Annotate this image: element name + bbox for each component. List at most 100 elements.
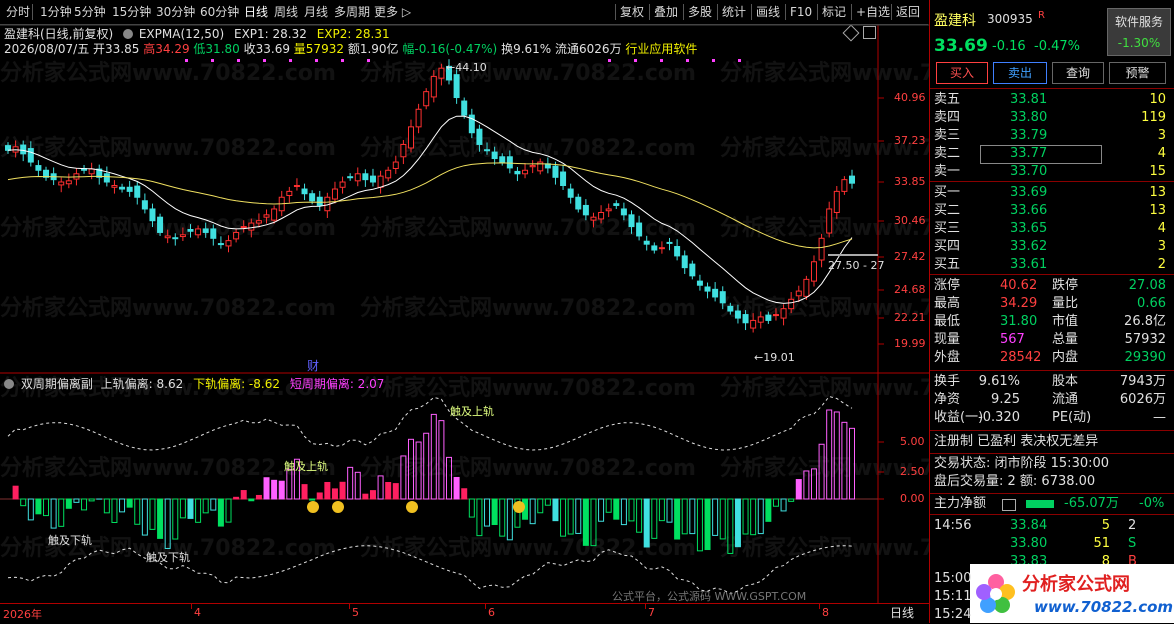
tick-time: 15:24 xyxy=(934,607,971,622)
candle-body xyxy=(758,317,763,322)
sell-level[interactable]: 卖三33.793 xyxy=(934,127,1170,145)
deviation-bar xyxy=(781,499,786,511)
deviation-bar xyxy=(59,499,64,526)
deviation-bar xyxy=(348,467,353,499)
deviation-bar xyxy=(158,499,163,538)
candle-body xyxy=(796,291,801,296)
sell-level[interactable]: 卖一33.7015 xyxy=(934,163,1170,181)
level-volume: 3 xyxy=(1158,127,1166,145)
deviation-bar xyxy=(720,499,725,539)
price-axis-label: 22.21 xyxy=(894,311,926,324)
candle-body xyxy=(675,247,680,256)
candle-body xyxy=(576,197,581,209)
main-flow-label: 主力净额 xyxy=(934,495,986,513)
buy-level[interactable]: 买三33.654 xyxy=(934,220,1170,238)
level-volume: 13 xyxy=(1149,184,1166,202)
candle-body xyxy=(553,166,558,177)
candle-body xyxy=(218,244,223,245)
candle-body xyxy=(158,217,163,232)
finance-marker[interactable]: 财 xyxy=(307,357,319,374)
deviation-bar xyxy=(492,499,497,525)
stat-row[interactable]: 换手9.61%股本7943万 xyxy=(934,373,1170,391)
marker-dot xyxy=(211,59,214,62)
sell-button[interactable]: 卖出 xyxy=(993,62,1047,84)
period-label[interactable]: 日线 xyxy=(890,604,914,621)
price-axis-label: 33.85 xyxy=(894,175,926,188)
stat-label: 量比 xyxy=(1052,295,1078,313)
buy-level[interactable]: 买五33.612 xyxy=(934,256,1170,274)
candle-body xyxy=(850,176,855,183)
deviation-bar xyxy=(302,485,307,499)
candle-body xyxy=(21,145,26,154)
alert-button[interactable]: 预警 xyxy=(1109,62,1166,84)
tick-row[interactable]: 14:5633.8452 xyxy=(934,517,1170,535)
candle-body xyxy=(173,238,178,239)
deviation-bar xyxy=(249,499,254,501)
main-flow-pct: -0% xyxy=(1139,495,1164,513)
sub-indicator-name[interactable]: 双周期偏离副 xyxy=(21,377,93,391)
candle-body xyxy=(188,230,193,232)
candle-body xyxy=(28,149,33,162)
stat-row[interactable]: 涨停40.62跌停27.08 xyxy=(934,277,1170,295)
stat-row[interactable]: 收益(一)-0.320PE(动)— xyxy=(934,409,1170,427)
level-price: 33.70 xyxy=(1010,163,1047,181)
level-label: 买五 xyxy=(934,256,960,274)
candle-body xyxy=(728,306,733,311)
sell-level[interactable]: 卖四33.80119 xyxy=(934,109,1170,127)
flower-logo-icon xyxy=(974,572,1018,616)
deviation-bar xyxy=(561,499,566,536)
deviation-bar xyxy=(629,499,634,521)
stat-label: 涨停 xyxy=(934,277,960,295)
deviation-bar xyxy=(507,499,512,540)
buy-level[interactable]: 买二33.6613 xyxy=(934,202,1170,220)
candle-body xyxy=(294,186,299,187)
deviation-bars xyxy=(13,410,854,553)
deviation-bar xyxy=(796,480,801,499)
deviation-bar xyxy=(637,499,642,532)
deviation-bar xyxy=(393,484,398,499)
candle-body xyxy=(378,176,383,187)
stock-code: 300935 xyxy=(987,12,1033,26)
deviation-bar xyxy=(127,499,132,507)
stat-row[interactable]: 净资9.25流通6026万 xyxy=(934,391,1170,409)
candle-body xyxy=(720,292,725,303)
stat-row[interactable]: 现量567总量57932 xyxy=(934,331,1170,349)
software-service-button[interactable]: 软件服务 -1.30% xyxy=(1107,8,1171,56)
stat-value: 7943万 xyxy=(1120,373,1166,391)
marker-dot xyxy=(237,59,240,62)
stat-value: 34.29 xyxy=(1000,295,1037,313)
level-volume: 2 xyxy=(1158,256,1166,274)
stat-value: 57932 xyxy=(1125,331,1166,349)
deviation-bar xyxy=(500,499,505,536)
query-button[interactable]: 查询 xyxy=(1052,62,1104,84)
stat-value: 27.08 xyxy=(1129,277,1166,295)
candle-body xyxy=(659,248,664,249)
flow-chart-icon[interactable] xyxy=(1002,499,1016,511)
candle-body xyxy=(583,205,588,214)
buy-level[interactable]: 买一33.6913 xyxy=(934,184,1170,202)
stat-row[interactable]: 最高34.29量比0.66 xyxy=(934,295,1170,313)
after-hours-trade: 盘后交易量: 2 额: 6738.00 xyxy=(934,473,1170,491)
kline-chart[interactable]: 分析家公式网www.70822.com分析家公式网www.70822.com分析… xyxy=(0,0,929,623)
deviation-bar xyxy=(697,499,702,551)
level-volume: 10 xyxy=(1149,91,1166,109)
candle-body xyxy=(789,299,794,308)
sell-level[interactable]: 卖五33.8110 xyxy=(934,91,1170,109)
price-change: -0.16 xyxy=(992,39,1026,54)
tick-row[interactable]: 33.8051S xyxy=(934,535,1170,553)
stat-value: 0.66 xyxy=(1137,295,1166,313)
deviation-bar xyxy=(652,499,657,538)
deviation-bar xyxy=(340,482,345,499)
stat-row[interactable]: 外盘28542内盘29390 xyxy=(934,349,1170,367)
sub-indicator-toggle-icon[interactable] xyxy=(4,379,14,389)
tick-side: 2 xyxy=(1128,517,1136,535)
buy-button[interactable]: 买入 xyxy=(936,62,988,84)
candle-body xyxy=(317,197,322,205)
candle-body xyxy=(401,144,406,156)
buy-level[interactable]: 买四33.623 xyxy=(934,238,1170,256)
stat-row[interactable]: 最低31.80市值26.8亿 xyxy=(934,313,1170,331)
sub-axis-label: 0.00 xyxy=(900,492,925,505)
candle-body xyxy=(713,289,718,297)
stat-label: 最低 xyxy=(934,313,960,331)
candle-body xyxy=(439,68,444,78)
